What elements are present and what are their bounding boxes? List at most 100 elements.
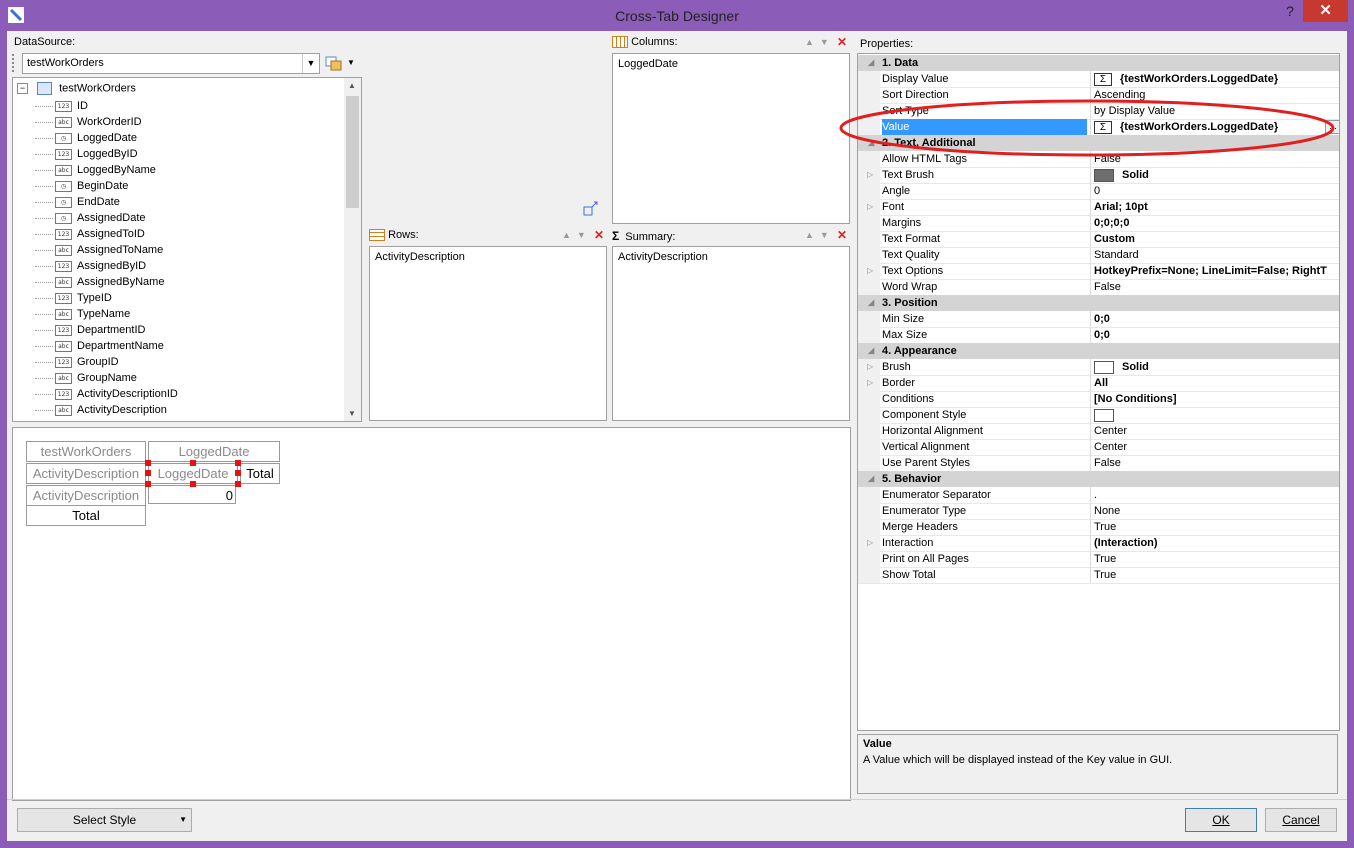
title-bar[interactable]: Cross-Tab Designer ? ✕ [0,0,1354,32]
property-value[interactable]: Σ {testWorkOrders.LoggedDate} [1090,71,1339,87]
property-row[interactable]: Angle 0 [858,183,1339,200]
property-row[interactable]: Use Parent Styles False [858,455,1339,472]
scroll-down-icon[interactable]: ▼ [348,409,356,418]
tree-field-item[interactable]: abc GroupName [35,370,178,386]
collapse-icon[interactable]: ◢ [868,55,874,71]
property-value[interactable]: 0;0 [1090,327,1339,343]
expand-icon[interactable]: ▷ [867,375,873,391]
tree-field-item[interactable]: abc WorkOrderID [35,114,178,130]
selection-handle[interactable] [145,460,151,466]
property-value[interactable]: None [1090,503,1339,519]
tree-field-item[interactable]: abc LoggedByName [35,162,178,178]
property-value[interactable]: . [1090,487,1339,503]
tree-field-item[interactable]: abc TypeName [35,306,178,322]
select-style-button[interactable]: Select Style ▼ [17,808,192,832]
tree-field-item[interactable]: abc AssignedByName [35,274,178,290]
collapse-icon[interactable]: ◢ [868,471,874,487]
property-row[interactable]: Margins 0;0;0;0 [858,215,1339,232]
remove-column-icon[interactable]: ✕ [837,35,847,49]
tree-field-item[interactable]: ◷ BeginDate [35,178,178,194]
property-row[interactable]: Merge Headers True [858,519,1339,536]
collapse-icon[interactable]: ◢ [868,343,874,359]
selection-handle[interactable] [190,481,196,487]
scroll-thumb[interactable] [346,96,359,208]
tree-field-item[interactable]: 123 AssignedToID [35,226,178,242]
cancel-button[interactable]: Cancel [1265,808,1337,832]
property-row[interactable]: ▷ Brush Solid [858,359,1339,376]
property-value[interactable]: 0 [1090,183,1339,199]
property-value[interactable]: Standard [1090,247,1339,263]
property-row[interactable]: ▷ Text Brush Solid [858,167,1339,184]
tree-field-item[interactable]: abc ActivityDescription [35,402,178,418]
property-category[interactable]: ◢ 4. Appearance [858,343,1339,359]
property-category[interactable]: ◢ 3. Position [858,295,1339,311]
columns-list[interactable]: LoggedDate [612,53,850,224]
preview-value-cell[interactable]: 0 [148,485,236,504]
property-value[interactable]: [No Conditions] [1090,391,1339,407]
selection-handle[interactable] [235,481,241,487]
property-value[interactable]: True [1090,551,1339,567]
swap-icon[interactable] [583,201,599,217]
preview-row-header[interactable]: ActivityDescription [26,463,146,484]
property-row[interactable]: ▷ Text Options HotkeyPrefix=None; LineLimi… [858,263,1339,280]
tree-field-item[interactable]: 123 AssignedByID [35,258,178,274]
expand-icon[interactable]: ▷ [867,535,873,551]
selection-handle[interactable] [235,470,241,476]
chevron-down-icon[interactable]: ▼ [302,54,319,73]
expand-icon[interactable]: ▷ [867,167,873,183]
property-value[interactable]: False [1090,279,1339,295]
column-item[interactable]: LoggedDate [618,58,678,70]
preview-row-field[interactable]: ActivityDescription [26,485,146,506]
tree-root[interactable]: − testWorkOrders [17,82,136,95]
property-row[interactable]: Enumerator Separator. [858,487,1339,504]
selection-handle[interactable] [190,460,196,466]
datasource-options-button[interactable]: ▼ [325,55,355,71]
tree-field-item[interactable]: 123 ID [35,98,178,114]
property-value[interactable]: Arial; 10pt [1090,199,1339,215]
preview-row-total[interactable]: Total [26,505,146,526]
property-value[interactable]: 0;0 [1090,311,1339,327]
property-value[interactable]: Custom [1090,231,1339,247]
tree-field-item[interactable]: 123 DepartmentID [35,322,178,338]
property-row[interactable]: Enumerator Type None [858,503,1339,520]
preview-column-total[interactable]: Total [240,463,280,484]
property-row[interactable]: Print on All Pages True [858,551,1339,568]
property-value[interactable]: Center [1090,439,1339,455]
expand-icon[interactable]: ▷ [867,359,873,375]
property-value[interactable]: Center [1090,423,1339,439]
property-value[interactable]: True [1090,519,1339,535]
property-value[interactable]: True [1090,567,1339,583]
property-row[interactable]: ▷ Font Arial; 10pt [858,199,1339,216]
property-row[interactable]: Word Wrap False [858,279,1339,296]
expand-icon[interactable]: ▷ [867,199,873,215]
property-row[interactable]: Text Format Custom [858,231,1339,248]
property-row[interactable]: Text Quality Standard [858,247,1339,264]
crosstab-preview[interactable]: testWorkOrders LoggedDate ActivityDescri… [12,427,851,801]
tree-field-item[interactable]: 123 ActivityDescriptionID [35,386,178,402]
scroll-up-icon[interactable]: ▲ [348,81,356,90]
summary-item[interactable]: ActivityDescription [618,251,708,263]
property-row[interactable]: Horizontal Alignment Center [858,423,1339,440]
ok-button[interactable]: OK [1185,808,1257,832]
selection-handle[interactable] [145,470,151,476]
collapse-icon[interactable]: − [17,83,28,94]
summary-list[interactable]: ActivityDescription [612,246,850,421]
property-row[interactable]: Vertical Alignment Center [858,439,1339,456]
rows-list[interactable]: ActivityDescription [369,246,607,421]
property-row[interactable]: Min Size 0;0 [858,311,1339,328]
collapse-icon[interactable]: ◢ [868,295,874,311]
property-row[interactable]: Display Value Σ {testWorkOrders.LoggedDate… [858,71,1339,88]
remove-summary-icon[interactable]: ✕ [837,228,847,242]
property-value[interactable] [1090,407,1339,423]
preview-column-header[interactable]: LoggedDate [148,441,280,462]
move-up-down-icons[interactable]: ▲▼ [805,37,835,47]
preview-corner-cell[interactable]: testWorkOrders [26,441,146,462]
property-value[interactable]: False [1090,455,1339,471]
property-row[interactable]: Conditions [No Conditions] [858,391,1339,408]
tree-scrollbar[interactable]: ▲ ▼ [344,78,361,421]
property-row[interactable]: ▷ Border All [858,375,1339,392]
property-category[interactable]: ◢ 1. Data [858,55,1339,71]
selection-handle[interactable] [145,481,151,487]
tree-field-item[interactable]: ◷ LoggedDate [35,130,178,146]
tree-field-item[interactable]: 123 TypeID [35,290,178,306]
